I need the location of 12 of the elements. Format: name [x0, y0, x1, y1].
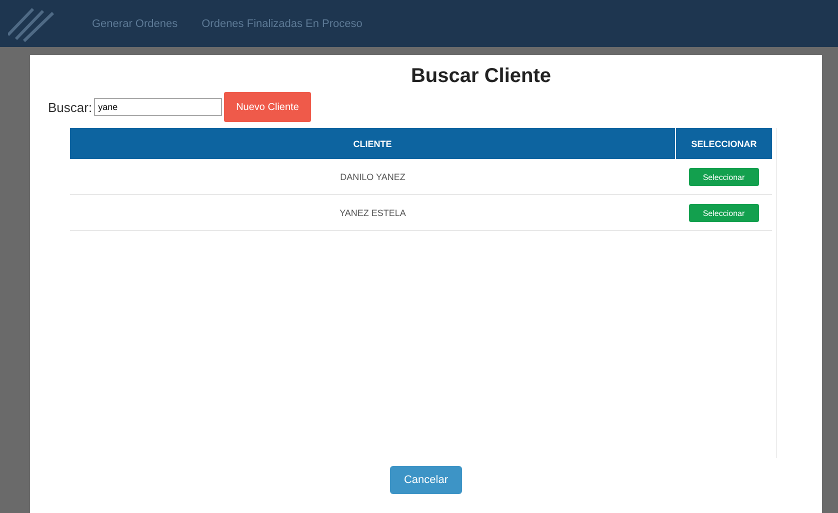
select-button[interactable]: Seleccionar	[688, 204, 759, 222]
search-field[interactable]: yane	[94, 98, 222, 116]
modal-title: Buscar Cliente	[410, 65, 552, 88]
nav-link[interactable]: Generar Ordenes	[92, 18, 178, 30]
nav-link[interactable]: Ordenes Finalizadas En Proceso	[202, 18, 362, 30]
column-header: SELECCIONAR	[676, 128, 772, 159]
cancel-button[interactable]: Cancelar	[390, 466, 462, 494]
select-button[interactable]: Seleccionar	[688, 168, 759, 186]
table-cell: DANILO YANEZ	[70, 159, 676, 194]
search-label: Buscar:	[48, 100, 92, 114]
new-client-button[interactable]: Nuevo Cliente	[224, 92, 311, 122]
table-cell: YANEZ ESTELA	[70, 194, 676, 230]
